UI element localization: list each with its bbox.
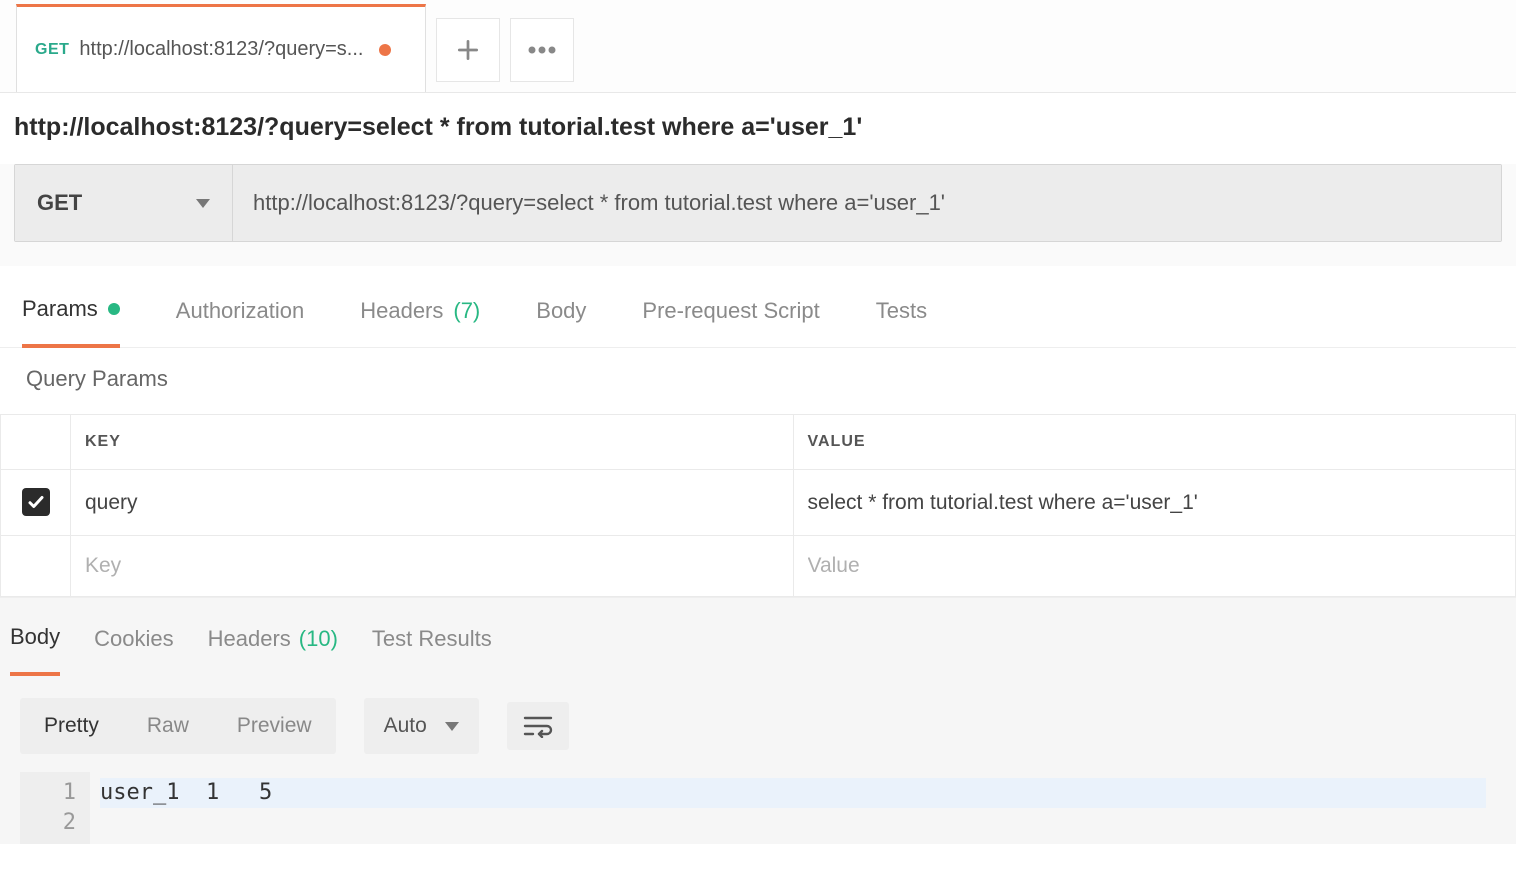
tab-method-badge: GET (35, 41, 69, 59)
params-indicator-icon (108, 303, 120, 315)
response-tab-body[interactable]: Body (10, 624, 60, 676)
plus-icon (455, 37, 481, 63)
headers-count: (7) (453, 298, 480, 324)
response-toolbar: Pretty Raw Preview Auto (0, 676, 1516, 754)
format-select[interactable]: Auto (364, 698, 479, 754)
new-tab-button[interactable] (436, 18, 500, 82)
tab-params-label: Params (22, 296, 98, 322)
tab-body[interactable]: Body (536, 280, 586, 347)
table-row (1, 470, 1516, 536)
view-preview-button[interactable]: Preview (213, 698, 336, 754)
request-url-input[interactable] (233, 165, 1501, 241)
param-enable-checkbox[interactable] (22, 488, 50, 516)
chevron-down-icon (445, 722, 459, 731)
request-subtabs: Params Authorization Headers (7) Body Pr… (0, 266, 1516, 348)
tab-tests[interactable]: Tests (876, 280, 927, 347)
request-url-title: http://localhost:8123/?query=select * fr… (14, 113, 1502, 142)
response-body-editor[interactable]: 1 2 user_1 1 5 (20, 772, 1496, 844)
response-subtabs: Body Cookies Headers (10) Test Results (0, 598, 1516, 676)
tab-headers[interactable]: Headers (7) (360, 280, 480, 347)
response-tab-headers-label: Headers (208, 626, 291, 652)
response-body-content: user_1 1 5 (90, 772, 1496, 844)
tab-params[interactable]: Params (22, 280, 120, 348)
col-value: VALUE (793, 415, 1516, 470)
line-wrap-icon (523, 714, 553, 738)
view-mode-segmented: Pretty Raw Preview (20, 698, 336, 754)
view-raw-button[interactable]: Raw (123, 698, 213, 754)
line-gutter: 1 2 (20, 772, 90, 844)
check-icon (27, 493, 45, 511)
url-header: http://localhost:8123/?query=select * fr… (0, 92, 1516, 164)
param-key-input-new[interactable] (85, 554, 779, 578)
tab-overflow-button[interactable] (510, 18, 574, 82)
param-value-input[interactable] (808, 491, 1502, 515)
tab-headers-label: Headers (360, 298, 443, 324)
table-row (1, 536, 1516, 597)
line-wrap-button[interactable] (507, 702, 569, 750)
format-select-label: Auto (384, 714, 427, 738)
tab-pre-request-script[interactable]: Pre-request Script (642, 280, 819, 347)
http-method-select[interactable]: GET (15, 165, 233, 241)
request-bar: GET (14, 164, 1502, 242)
view-pretty-button[interactable]: Pretty (20, 698, 123, 754)
col-enable (1, 415, 71, 470)
unsaved-dot-icon (379, 44, 391, 56)
response-headers-count: (10) (299, 626, 338, 652)
http-method-label: GET (37, 190, 82, 216)
col-key: KEY (71, 415, 794, 470)
chevron-down-icon (196, 199, 210, 208)
response-tab-cookies[interactable]: Cookies (94, 624, 173, 676)
query-params-title: Query Params (0, 348, 1516, 414)
query-params-table: KEY VALUE (0, 414, 1516, 597)
request-tabs-bar: GET http://localhost:8123/?query=s... (0, 0, 1516, 92)
request-tab-active[interactable]: GET http://localhost:8123/?query=s... (16, 4, 426, 92)
ellipsis-icon (528, 46, 556, 54)
code-line: user_1 1 5 (100, 778, 1486, 808)
param-value-input-new[interactable] (808, 554, 1502, 578)
param-key-input[interactable] (85, 491, 779, 515)
tab-authorization[interactable]: Authorization (176, 280, 304, 347)
response-tab-headers[interactable]: Headers (10) (208, 624, 338, 676)
response-tab-test-results[interactable]: Test Results (372, 624, 492, 676)
tab-title: http://localhost:8123/?query=s... (79, 38, 363, 61)
